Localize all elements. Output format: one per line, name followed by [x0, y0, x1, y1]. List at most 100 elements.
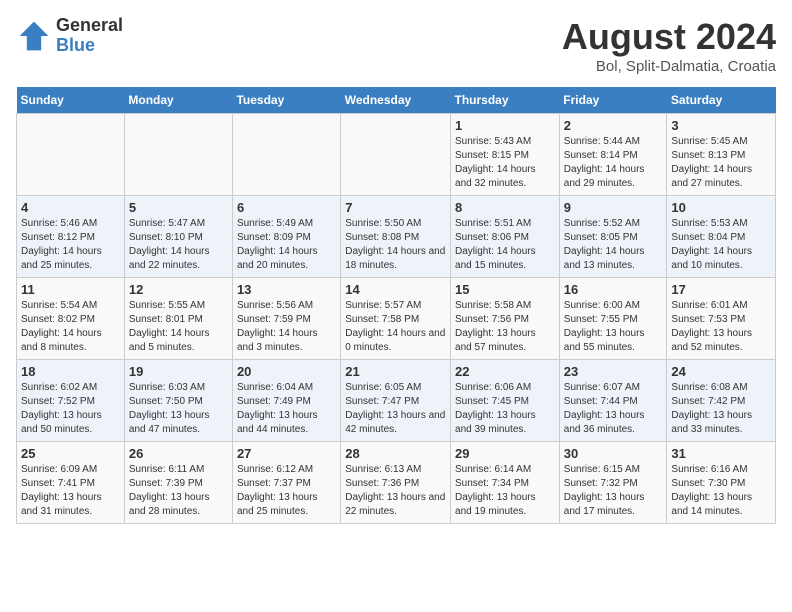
calendar-cell: 26 Sunrise: 6:11 AM Sunset: 7:39 PM Dayli… — [124, 442, 232, 524]
day-detail: Sunrise: 5:55 AM Sunset: 8:01 PM Dayligh… — [129, 299, 228, 355]
day-number: 22 — [455, 364, 555, 379]
day-number: 7 — [345, 200, 446, 215]
day-detail: Sunrise: 6:08 AM Sunset: 7:42 PM Dayligh… — [671, 381, 771, 437]
calendar-cell: 1Sunrise: 5:43 AM Sunset: 8:15 PM Daylig… — [451, 114, 560, 196]
day-detail: Sunrise: 6:00 AM Sunset: 7:55 PM Dayligh… — [564, 299, 663, 355]
calendar-cell — [124, 114, 232, 196]
calendar-cell: 15 Sunrise: 5:58 AM Sunset: 7:56 PM Dayli… — [451, 278, 560, 360]
day-detail: Sunrise: 6:07 AM Sunset: 7:44 PM Dayligh… — [564, 381, 663, 437]
day-detail: Sunrise: 6:05 AM Sunset: 7:47 PM Dayligh… — [345, 381, 446, 437]
day-number: 3 — [671, 118, 771, 133]
title-block: August 2024 Bol, Split-Dalmatia, Croatia — [562, 16, 776, 75]
calendar-cell: 9 Sunrise: 5:52 AM Sunset: 8:05 PM Daylig… — [559, 196, 667, 278]
column-header-wednesday: Wednesday — [341, 87, 451, 114]
calendar-header-row: SundayMondayTuesdayWednesdayThursdayFrid… — [17, 87, 776, 114]
calendar-cell: 31Sunrise: 6:16 AM Sunset: 7:30 PM Dayli… — [667, 442, 776, 524]
day-number: 9 — [564, 200, 663, 215]
calendar-cell: 13Sunrise: 5:56 AM Sunset: 7:59 PM Dayli… — [232, 278, 340, 360]
calendar-week-row: 11 Sunrise: 5:54 AM Sunset: 8:02 PM Dayli… — [17, 278, 776, 360]
column-header-monday: Monday — [124, 87, 232, 114]
day-number: 30 — [564, 446, 663, 461]
calendar-cell: 6Sunrise: 5:49 AM Sunset: 8:09 PM Daylig… — [232, 196, 340, 278]
page-title: August 2024 — [562, 16, 776, 58]
column-header-friday: Friday — [559, 87, 667, 114]
day-detail: Sunrise: 5:57 AM Sunset: 7:58 PM Dayligh… — [345, 299, 446, 355]
day-number: 27 — [237, 446, 336, 461]
logo-text: General Blue — [56, 16, 123, 56]
day-detail: Sunrise: 5:53 AM Sunset: 8:04 PM Dayligh… — [671, 217, 771, 273]
calendar-cell: 11 Sunrise: 5:54 AM Sunset: 8:02 PM Dayli… — [17, 278, 125, 360]
day-detail: Sunrise: 6:02 AM Sunset: 7:52 PM Dayligh… — [21, 381, 120, 437]
day-number: 19 — [129, 364, 228, 379]
day-detail: Sunrise: 5:56 AM Sunset: 7:59 PM Dayligh… — [237, 299, 336, 355]
calendar-cell: 22Sunrise: 6:06 AM Sunset: 7:45 PM Dayli… — [451, 360, 560, 442]
calendar-cell: 14Sunrise: 5:57 AM Sunset: 7:58 PM Dayli… — [341, 278, 451, 360]
page-subtitle: Bol, Split-Dalmatia, Croatia — [562, 58, 776, 75]
day-detail: Sunrise: 6:14 AM Sunset: 7:34 PM Dayligh… — [455, 463, 555, 519]
calendar-cell: 21 Sunrise: 6:05 AM Sunset: 7:47 PM Dayli… — [341, 360, 451, 442]
day-number: 8 — [455, 200, 555, 215]
day-detail: Sunrise: 6:11 AM Sunset: 7:39 PM Dayligh… — [129, 463, 228, 519]
day-detail: Sunrise: 5:54 AM Sunset: 8:02 PM Dayligh… — [21, 299, 120, 355]
day-number: 26 — [129, 446, 228, 461]
day-number: 10 — [671, 200, 771, 215]
day-detail: Sunrise: 5:49 AM Sunset: 8:09 PM Dayligh… — [237, 217, 336, 273]
day-number: 29 — [455, 446, 555, 461]
day-number: 15 — [455, 282, 555, 297]
page-header: General Blue August 2024 Bol, Split-Dalm… — [16, 16, 776, 75]
day-detail: Sunrise: 5:52 AM Sunset: 8:05 PM Dayligh… — [564, 217, 663, 273]
calendar-cell: 12 Sunrise: 5:55 AM Sunset: 8:01 PM Dayli… — [124, 278, 232, 360]
column-header-tuesday: Tuesday — [232, 87, 340, 114]
calendar-cell: 23 Sunrise: 6:07 AM Sunset: 7:44 PM Dayli… — [559, 360, 667, 442]
day-detail: Sunrise: 6:12 AM Sunset: 7:37 PM Dayligh… — [237, 463, 336, 519]
calendar-cell: 3 Sunrise: 5:45 AM Sunset: 8:13 PM Daylig… — [667, 114, 776, 196]
calendar-cell: 8 Sunrise: 5:51 AM Sunset: 8:06 PM Daylig… — [451, 196, 560, 278]
day-number: 20 — [237, 364, 336, 379]
calendar-week-row: 4Sunrise: 5:46 AM Sunset: 8:12 PM Daylig… — [17, 196, 776, 278]
day-number: 18 — [21, 364, 120, 379]
day-detail: Sunrise: 6:09 AM Sunset: 7:41 PM Dayligh… — [21, 463, 120, 519]
day-number: 11 — [21, 282, 120, 297]
calendar-cell: 18 Sunrise: 6:02 AM Sunset: 7:52 PM Dayli… — [17, 360, 125, 442]
day-number: 5 — [129, 200, 228, 215]
calendar-cell: 28 Sunrise: 6:13 AM Sunset: 7:36 PM Dayli… — [341, 442, 451, 524]
day-number: 24 — [671, 364, 771, 379]
day-detail: Sunrise: 5:46 AM Sunset: 8:12 PM Dayligh… — [21, 217, 120, 273]
day-number: 25 — [21, 446, 120, 461]
calendar-cell: 25 Sunrise: 6:09 AM Sunset: 7:41 PM Dayli… — [17, 442, 125, 524]
calendar-cell: 17Sunrise: 6:01 AM Sunset: 7:53 PM Dayli… — [667, 278, 776, 360]
day-number: 31 — [671, 446, 771, 461]
day-detail: Sunrise: 6:04 AM Sunset: 7:49 PM Dayligh… — [237, 381, 336, 437]
day-number: 28 — [345, 446, 446, 461]
day-number: 17 — [671, 282, 771, 297]
day-number: 16 — [564, 282, 663, 297]
calendar-cell — [17, 114, 125, 196]
day-number: 23 — [564, 364, 663, 379]
column-header-saturday: Saturday — [667, 87, 776, 114]
day-detail: Sunrise: 5:43 AM Sunset: 8:15 PM Dayligh… — [455, 135, 555, 191]
day-detail: Sunrise: 6:13 AM Sunset: 7:36 PM Dayligh… — [345, 463, 446, 519]
calendar-week-row: 18 Sunrise: 6:02 AM Sunset: 7:52 PM Dayli… — [17, 360, 776, 442]
calendar-cell: 16 Sunrise: 6:00 AM Sunset: 7:55 PM Dayli… — [559, 278, 667, 360]
calendar-cell: 2Sunrise: 5:44 AM Sunset: 8:14 PM Daylig… — [559, 114, 667, 196]
day-number: 12 — [129, 282, 228, 297]
calendar-week-row: 25 Sunrise: 6:09 AM Sunset: 7:41 PM Dayli… — [17, 442, 776, 524]
calendar-cell: 27 Sunrise: 6:12 AM Sunset: 7:37 PM Dayli… — [232, 442, 340, 524]
column-header-sunday: Sunday — [17, 87, 125, 114]
calendar-cell: 7Sunrise: 5:50 AM Sunset: 8:08 PM Daylig… — [341, 196, 451, 278]
day-detail: Sunrise: 5:58 AM Sunset: 7:56 PM Dayligh… — [455, 299, 555, 355]
logo-icon — [16, 18, 52, 54]
day-detail: Sunrise: 6:03 AM Sunset: 7:50 PM Dayligh… — [129, 381, 228, 437]
calendar-cell: 4Sunrise: 5:46 AM Sunset: 8:12 PM Daylig… — [17, 196, 125, 278]
day-detail: Sunrise: 5:51 AM Sunset: 8:06 PM Dayligh… — [455, 217, 555, 273]
calendar-cell — [232, 114, 340, 196]
calendar-cell: 20 Sunrise: 6:04 AM Sunset: 7:49 PM Dayli… — [232, 360, 340, 442]
day-number: 21 — [345, 364, 446, 379]
day-detail: Sunrise: 5:45 AM Sunset: 8:13 PM Dayligh… — [671, 135, 771, 191]
day-detail: Sunrise: 5:44 AM Sunset: 8:14 PM Dayligh… — [564, 135, 663, 191]
column-header-thursday: Thursday — [451, 87, 560, 114]
calendar-cell: 19 Sunrise: 6:03 AM Sunset: 7:50 PM Dayli… — [124, 360, 232, 442]
calendar-cell: 30Sunrise: 6:15 AM Sunset: 7:32 PM Dayli… — [559, 442, 667, 524]
logo-blue-text: Blue — [56, 36, 123, 56]
calendar-cell — [341, 114, 451, 196]
